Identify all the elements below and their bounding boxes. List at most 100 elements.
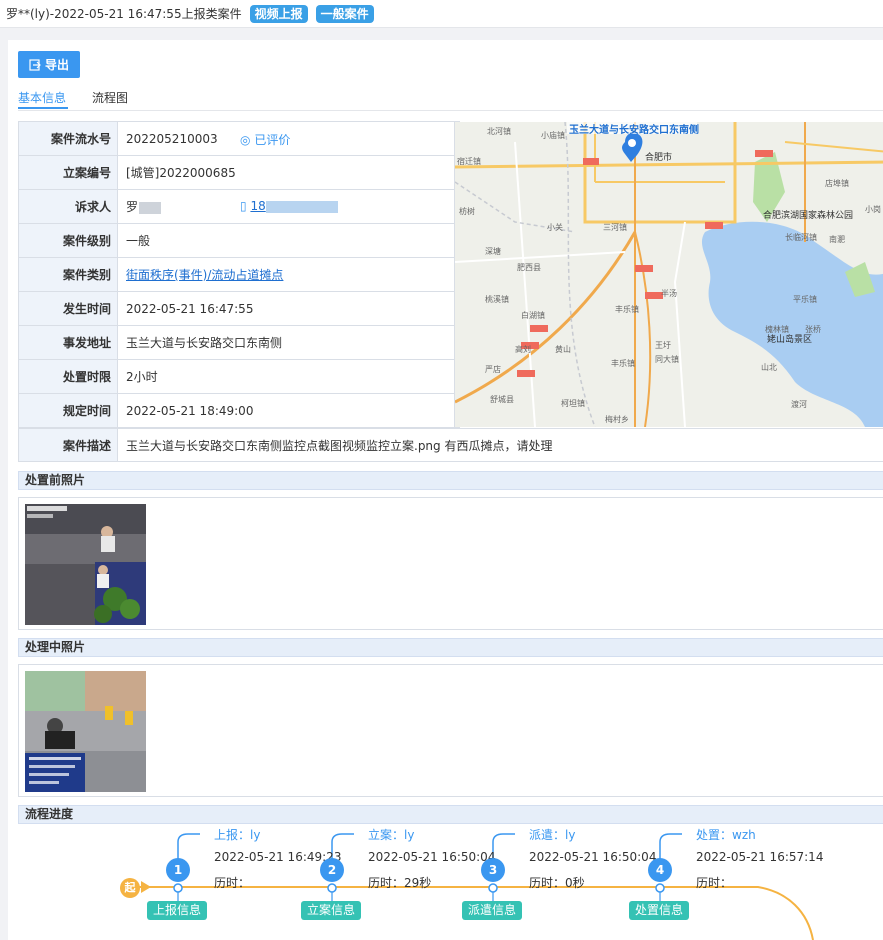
- section-header-before-photos: 处置前照片: [18, 471, 883, 490]
- step-number: 3: [481, 858, 505, 882]
- svg-text:长临河镇: 长临河镇: [785, 232, 817, 242]
- tab-flowchart[interactable]: 流程图: [92, 89, 128, 106]
- table-row: 发生时间 2022-05-21 16:47:55: [18, 291, 460, 326]
- table-row: 案件级别 一般: [18, 223, 460, 258]
- svg-text:黄山: 黄山: [555, 344, 571, 354]
- source-tag: 视频上报: [249, 4, 308, 23]
- step-label: 处置：wzh: [696, 828, 756, 842]
- svg-text:店埠镇: 店埠镇: [825, 178, 849, 188]
- svg-text:半汤: 半汤: [661, 288, 677, 298]
- step-number: 1: [166, 858, 190, 882]
- phone-link[interactable]: ▯ 18: [240, 199, 338, 213]
- tab-basic-info[interactable]: 基本信息: [18, 89, 66, 106]
- svg-text:宿迁镇: 宿迁镇: [457, 156, 481, 166]
- level-tag: 一般案件: [315, 4, 374, 23]
- svg-text:丰乐镇: 丰乐镇: [611, 358, 635, 368]
- dispatch-info-button[interactable]: 派遣信息: [462, 901, 523, 920]
- field-label: 事发地址: [18, 325, 118, 360]
- svg-text:北河镇: 北河镇: [487, 126, 511, 136]
- evaluated-link[interactable]: ◎ 已评价: [240, 131, 290, 148]
- map-canvas: 北河镇 小庙镇 宿迁镇 枋树 深塘 肥西县 小关 桃溪镇 白湖镇 严店 舒城县 …: [455, 122, 883, 427]
- during-photos-box: [18, 664, 883, 797]
- field-value: [城管]2022000685: [117, 155, 460, 190]
- svg-text:深塘: 深塘: [485, 246, 501, 256]
- svg-text:桃溪镇: 桃溪镇: [485, 294, 509, 304]
- export-icon: [29, 58, 41, 71]
- svg-text:小关: 小关: [547, 222, 563, 232]
- svg-text:三河镇: 三河镇: [603, 222, 627, 232]
- svg-text:严店: 严店: [485, 364, 501, 374]
- before-photo[interactable]: [25, 504, 146, 625]
- redacted-name: [139, 201, 162, 214]
- svg-text:渡河: 渡河: [791, 399, 807, 409]
- svg-text:小岗: 小岗: [865, 205, 881, 214]
- field-value: 2小时: [117, 359, 460, 394]
- field-label: 案件级别: [18, 223, 118, 258]
- case-info-table: 案件流水号 202205210003 ◎ 已评价 立案编号 [城管]202200…: [18, 121, 460, 428]
- field-value: 玉兰大道与长安路交口东南侧: [117, 325, 460, 360]
- field-value: 2022-05-21 18:49:00: [117, 393, 460, 428]
- field-label: 案件描述: [19, 429, 118, 461]
- step-duration: 历时：29秒: [368, 876, 432, 890]
- field-label: 诉求人: [18, 189, 118, 224]
- evaluated-label: 已评价: [254, 133, 291, 147]
- svg-text:南淝: 南淝: [829, 234, 845, 244]
- step-duration: 历时：: [696, 876, 733, 890]
- flow-start-node: 起: [120, 878, 140, 898]
- svg-text:小庙镇: 小庙镇: [541, 130, 565, 140]
- city-label: 合肥市: [645, 151, 672, 163]
- phone-number: 18: [250, 199, 266, 213]
- table-row: 规定时间 2022-05-21 18:49:00: [18, 393, 460, 428]
- svg-text:平乐镇: 平乐镇: [793, 294, 817, 304]
- step-duration: 历时：0秒: [529, 876, 585, 890]
- during-photo[interactable]: [25, 671, 146, 792]
- field-label: 案件类别: [18, 257, 118, 292]
- svg-text:柯坦镇: 柯坦镇: [561, 398, 585, 408]
- svg-text:姥山岛景区: 姥山岛景区: [767, 333, 812, 345]
- active-tab-indicator: [18, 107, 68, 109]
- svg-text:张桥: 张桥: [805, 324, 821, 334]
- svg-text:舒城县: 舒城县: [490, 394, 514, 404]
- handling-info-button[interactable]: 处置信息: [629, 901, 690, 920]
- case-category-link[interactable]: 街面秩序(事件)/流动占道摊点: [126, 268, 283, 282]
- table-row: 诉求人 罗 ▯ 18: [18, 189, 460, 224]
- export-button[interactable]: 导出: [18, 51, 80, 78]
- field-value: 2022-05-21 16:47:55: [117, 291, 460, 326]
- svg-text:梅村乡: 梅村乡: [605, 414, 629, 424]
- title-bar: 罗**(ly)-2022-05-21 16:47:55上报类案件 视频上报 一般…: [0, 0, 883, 28]
- description-row: 案件描述 玉兰大道与长安路交口东南侧监控点截图视频监控立案.png 有西瓜摊点，…: [18, 428, 883, 462]
- step-time: 2022-05-21 16:50:04: [368, 850, 496, 864]
- location-map[interactable]: 北河镇 小庙镇 宿迁镇 枋树 深塘 肥西县 小关 桃溪镇 白湖镇 严店 舒城县 …: [454, 122, 883, 427]
- svg-text:王圩: 王圩: [655, 341, 671, 350]
- section-header-during-photos: 处理中照片: [18, 638, 883, 657]
- export-label: 导出: [44, 58, 69, 72]
- field-label: 发生时间: [18, 291, 118, 326]
- field-value: 202205210003 ◎ 已评价: [117, 121, 460, 156]
- case-title: 罗**(ly)-2022-05-21 16:47:55上报类案件: [6, 7, 242, 21]
- svg-text:高刘: 高刘: [515, 344, 531, 354]
- table-row: 案件流水号 202205210003 ◎ 已评价: [18, 121, 460, 156]
- table-row: 案件类别 街面秩序(事件)/流动占道摊点: [18, 257, 460, 292]
- report-info-button[interactable]: 上报信息: [147, 901, 208, 920]
- step-label: 派遣：ly: [529, 828, 576, 842]
- redacted-phone: [265, 200, 338, 213]
- case-detail-panel: 导出 基本信息 流程图 案件流水号 202205210003 ◎ 已评价 立案编…: [8, 40, 883, 940]
- flow-progress: 起 1 上报：ly 2022-05-21 16:49:23 历时： 上报信息 2…: [18, 822, 883, 940]
- before-photos-box: [18, 497, 883, 630]
- svg-text:槐林镇: 槐林镇: [765, 324, 789, 334]
- field-value: 一般: [117, 223, 460, 258]
- step-time: 2022-05-21 16:50:04: [529, 850, 657, 864]
- step-time: 2022-05-21 16:57:14: [696, 850, 824, 864]
- svg-text:枋树: 枋树: [459, 206, 475, 216]
- svg-text:合肥滨湖国家森林公园: 合肥滨湖国家森林公园: [763, 209, 853, 221]
- field-value: 罗 ▯ 18: [117, 189, 460, 224]
- evaluate-icon: ◎: [240, 133, 251, 147]
- step-label: 上报：ly: [214, 828, 261, 842]
- filing-info-button[interactable]: 立案信息: [301, 901, 362, 920]
- svg-text:丰乐镇: 丰乐镇: [615, 304, 639, 314]
- step-label: 立案：ly: [368, 828, 415, 842]
- step-duration: 历时：: [214, 876, 251, 890]
- field-label: 规定时间: [18, 393, 118, 428]
- svg-text:同大镇: 同大镇: [655, 354, 679, 364]
- table-row: 事发地址 玉兰大道与长安路交口东南侧: [18, 325, 460, 360]
